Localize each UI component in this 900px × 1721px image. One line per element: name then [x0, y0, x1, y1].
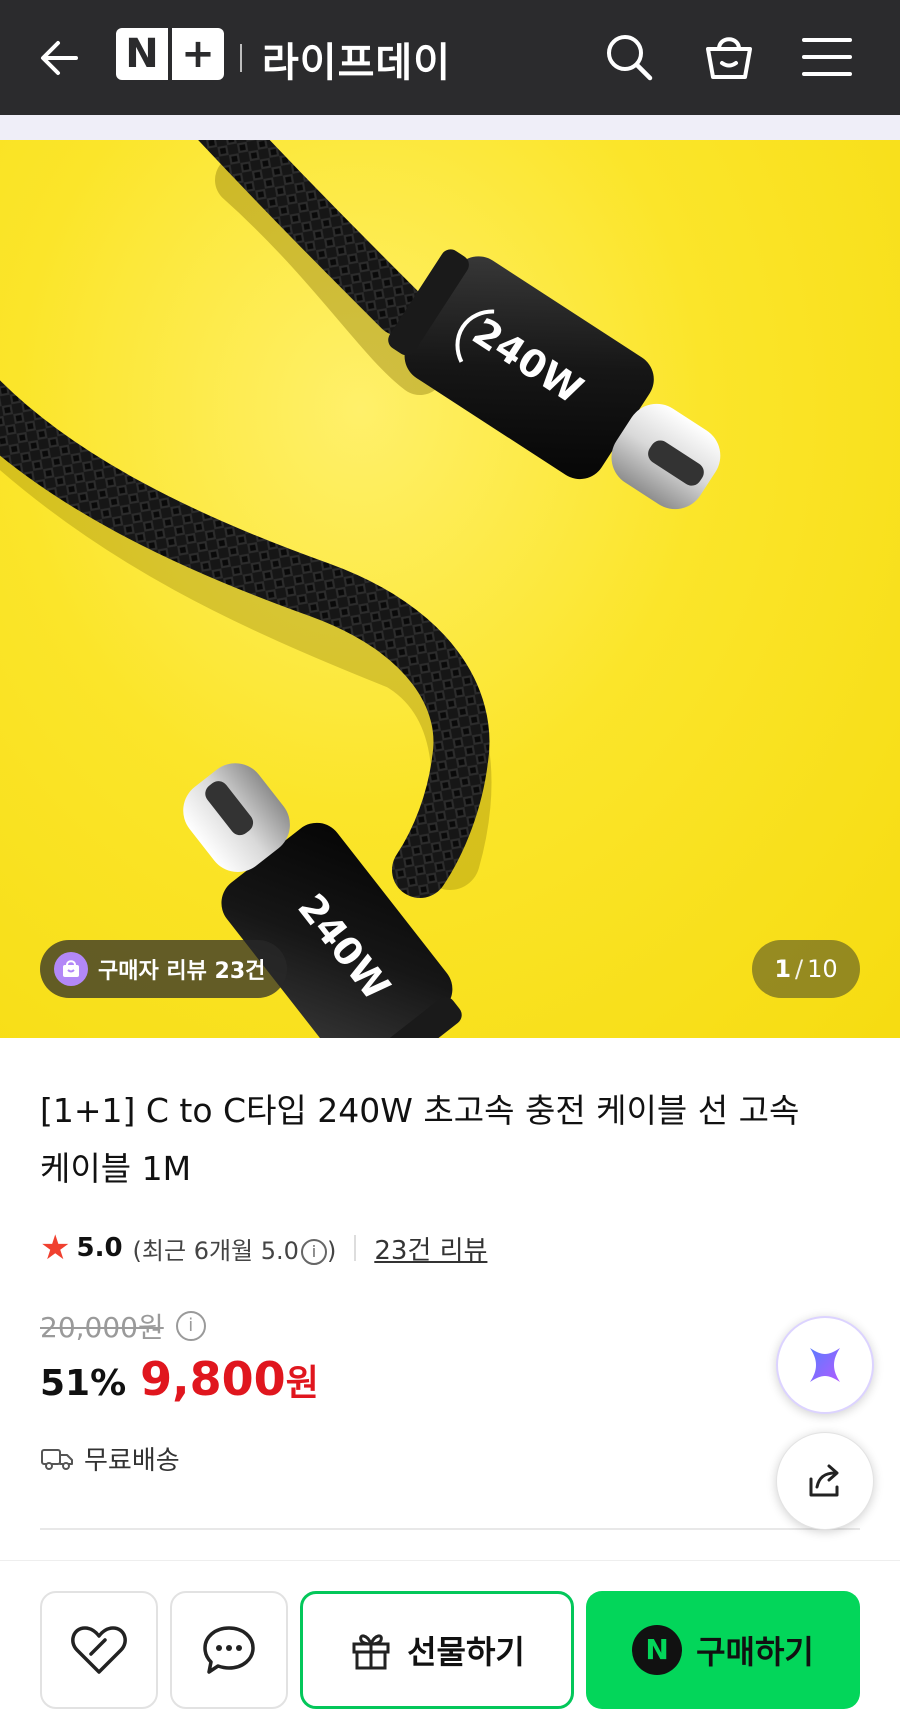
rating-score: 5.0 — [76, 1233, 123, 1263]
top-navigation-bar: N + 라이프데이 — [0, 0, 900, 115]
search-button[interactable] — [602, 30, 656, 84]
info-icon[interactable]: i — [300, 1238, 327, 1265]
delivery-truck-icon — [41, 1448, 73, 1470]
menu-button[interactable] — [800, 30, 854, 84]
logo-plus: + — [172, 28, 224, 80]
shopping-bag-icon — [54, 952, 88, 986]
price-info-icon[interactable]: i — [175, 1311, 206, 1341]
sale-price-unit: 원 — [285, 1363, 319, 1404]
pager-separator: / — [795, 955, 804, 983]
bottom-action-bar: 선물하기 N 구매하기 — [0, 1560, 900, 1721]
logo-divider — [240, 44, 242, 72]
logo-n: N — [116, 28, 168, 80]
chat-bubble-icon — [203, 1626, 255, 1674]
shopping-basket-icon — [706, 37, 752, 79]
image-pager-indicator: 1 / 10 — [752, 940, 860, 998]
buy-now-button[interactable]: N 구매하기 — [586, 1591, 860, 1709]
back-button[interactable] — [36, 34, 84, 82]
cart-button[interactable] — [702, 30, 756, 84]
original-price-row: 20,000원 i — [40, 1306, 206, 1346]
search-icon — [607, 35, 653, 81]
recent-rating-text: (최근 6개월 5.0 i) — [132, 1231, 337, 1266]
sale-price: 9,800 — [140, 1352, 286, 1406]
talk-talk-button[interactable] — [170, 1591, 288, 1709]
gift-label: 선물하기 — [407, 1633, 525, 1671]
recent-rating-close: ) — [326, 1236, 337, 1265]
heart-icon — [71, 1626, 127, 1674]
ai-sparkle-icon — [810, 1348, 840, 1382]
rating-row: ★ 5.0 (최근 6개월 5.0 i) 23건 리뷰 — [40, 1228, 487, 1268]
discount-rate: 51% — [40, 1363, 127, 1404]
shipping-info: 무료배송 — [40, 1440, 180, 1477]
product-title: [1+1] C to C타입 240W 초고속 충전 케이블 선 고속 케이블 … — [40, 1091, 800, 1188]
usb-c-cable-illustration: 240W 240W — [0, 140, 721, 1038]
sale-price-row: 51% 9,800 원 — [40, 1352, 319, 1406]
naver-pay-n-icon: N — [632, 1625, 683, 1675]
buy-now-label: 구매하기 — [696, 1633, 814, 1671]
gift-button[interactable]: 선물하기 — [300, 1591, 574, 1709]
pager-current: 1 — [774, 955, 792, 983]
rating-divider — [354, 1235, 357, 1261]
section-divider — [40, 1528, 860, 1530]
hamburger-menu-icon — [802, 38, 852, 76]
share-button[interactable] — [776, 1432, 874, 1530]
star-icon: ★ — [40, 1228, 71, 1268]
arrow-left-icon — [41, 41, 78, 75]
buyer-review-badge[interactable]: 구매자 리뷰 23건 — [40, 940, 288, 998]
gift-icon — [352, 1634, 390, 1670]
product-image-carousel[interactable]: 240W 240W — [0, 140, 900, 1038]
wishlist-button[interactable] — [40, 1591, 158, 1709]
review-count-link[interactable]: 23건 리뷰 — [374, 1230, 487, 1267]
recent-rating-label: (최근 6개월 5.0 — [132, 1236, 299, 1265]
naver-plus-logo[interactable]: N + — [116, 28, 224, 80]
share-icon — [809, 1464, 839, 1497]
store-name[interactable]: 라이프데이 — [262, 30, 451, 88]
header-shadow-strip — [0, 115, 900, 140]
buyer-review-label: 구매자 리뷰 23건 — [98, 959, 266, 984]
pager-total: 10 — [807, 955, 838, 983]
ai-assistant-button[interactable] — [776, 1316, 874, 1414]
shipping-label: 무료배송 — [84, 1446, 180, 1476]
original-price: 20,000원 — [40, 1311, 164, 1344]
